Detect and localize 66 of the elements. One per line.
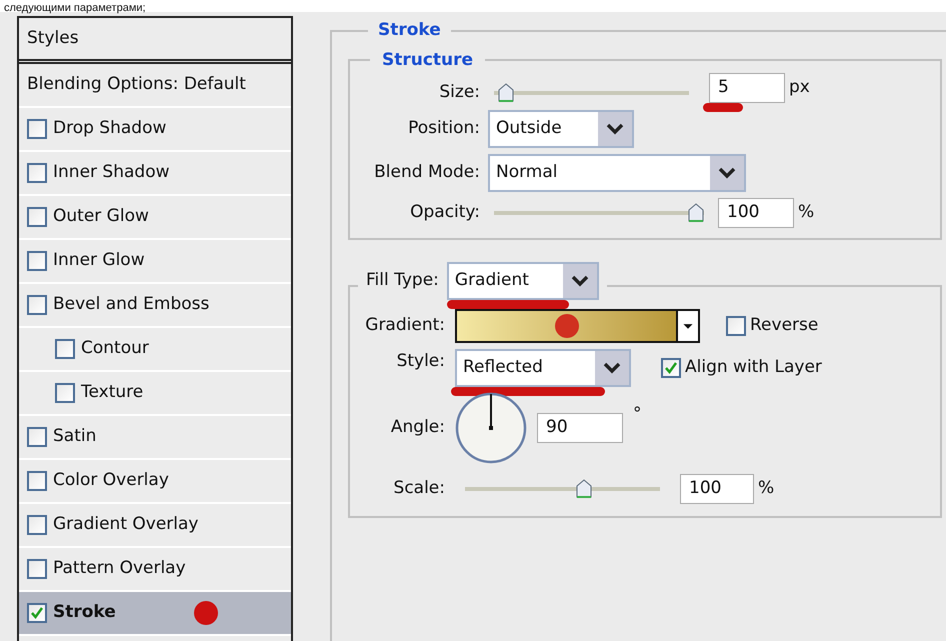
style-list-item[interactable]: Stroke: [19, 592, 291, 636]
style-label: Outer Glow: [53, 205, 149, 228]
field-label: Scale:: [392, 477, 445, 500]
checkbox[interactable]: [27, 515, 47, 535]
style-label: Gradient Overlay: [53, 513, 198, 536]
checkbox[interactable]: [55, 339, 75, 359]
checkbox-label: Reverse: [750, 314, 818, 338]
input-field[interactable]: 90: [537, 413, 623, 443]
style-label: Contour: [81, 337, 149, 360]
checkbox[interactable]: [27, 603, 47, 623]
dropdown[interactable]: Reflected: [455, 349, 631, 387]
style-label: Satin: [53, 425, 96, 448]
chevron-down-icon: [710, 156, 744, 190]
checkbox[interactable]: [27, 163, 47, 183]
checkbox[interactable]: [661, 358, 681, 378]
slider-thumb[interactable]: [688, 203, 704, 223]
unit-label: °: [633, 403, 642, 426]
checkmark-icon: [30, 606, 44, 620]
style-label: Texture: [81, 381, 144, 404]
checkbox[interactable]: [27, 295, 47, 315]
field-label: Size:: [438, 80, 480, 104]
chevron-down-icon: [598, 112, 632, 146]
checkbox[interactable]: [27, 471, 47, 491]
group-title: Structure: [381, 48, 474, 72]
checkbox[interactable]: [27, 427, 47, 447]
field-label: Fill Type:: [366, 269, 439, 292]
annotation-underline: [703, 103, 743, 112]
checkbox[interactable]: [55, 383, 75, 403]
checkbox[interactable]: [27, 251, 47, 271]
slider-thumb[interactable]: [498, 82, 514, 102]
input-field[interactable]: 100: [680, 474, 754, 504]
checkbox[interactable]: [27, 559, 47, 579]
checkmark-icon: [664, 360, 678, 375]
field-label: Angle:: [390, 416, 445, 440]
dropdown[interactable]: Normal: [488, 154, 746, 192]
chevron-down-icon: [595, 351, 629, 385]
style-label: Stroke: [53, 601, 116, 624]
style-label: Drop Shadow: [53, 117, 166, 140]
input-field[interactable]: 100: [718, 198, 794, 228]
checkbox[interactable]: [27, 119, 47, 139]
group-title: Stroke: [377, 19, 442, 42]
style-label: Inner Shadow: [53, 161, 170, 184]
style-label: Blending Options: Default: [27, 73, 246, 96]
slider-thumb[interactable]: [576, 479, 592, 499]
gradient-picker[interactable]: [455, 309, 700, 343]
dropdown[interactable]: Gradient: [446, 262, 599, 300]
style-label: Inner Glow: [53, 249, 145, 272]
style-label: Color Overlay: [53, 469, 169, 492]
checkbox[interactable]: [27, 207, 47, 227]
checkbox-label: Align with Layer: [685, 356, 822, 379]
unit-label: %: [798, 201, 814, 224]
input-field[interactable]: 5: [709, 73, 785, 103]
field-label: Opacity:: [409, 201, 480, 224]
angle-dial[interactable]: [455, 392, 527, 464]
field-label: Gradient:: [364, 314, 445, 338]
unit-label: %: [758, 477, 774, 500]
chevron-down-icon: [562, 264, 597, 298]
style-label: Bevel and Emboss: [53, 293, 210, 316]
field-label: Position:: [407, 117, 480, 140]
unit-label: px: [789, 76, 810, 99]
style-label: Pattern Overlay: [53, 557, 186, 580]
field-label: Style:: [396, 350, 445, 373]
checkbox[interactable]: [726, 316, 746, 336]
dropdown[interactable]: Outside: [488, 110, 634, 148]
caption-text: следующими параметрами;: [4, 2, 146, 14]
field-label: Blend Mode:: [373, 161, 480, 184]
